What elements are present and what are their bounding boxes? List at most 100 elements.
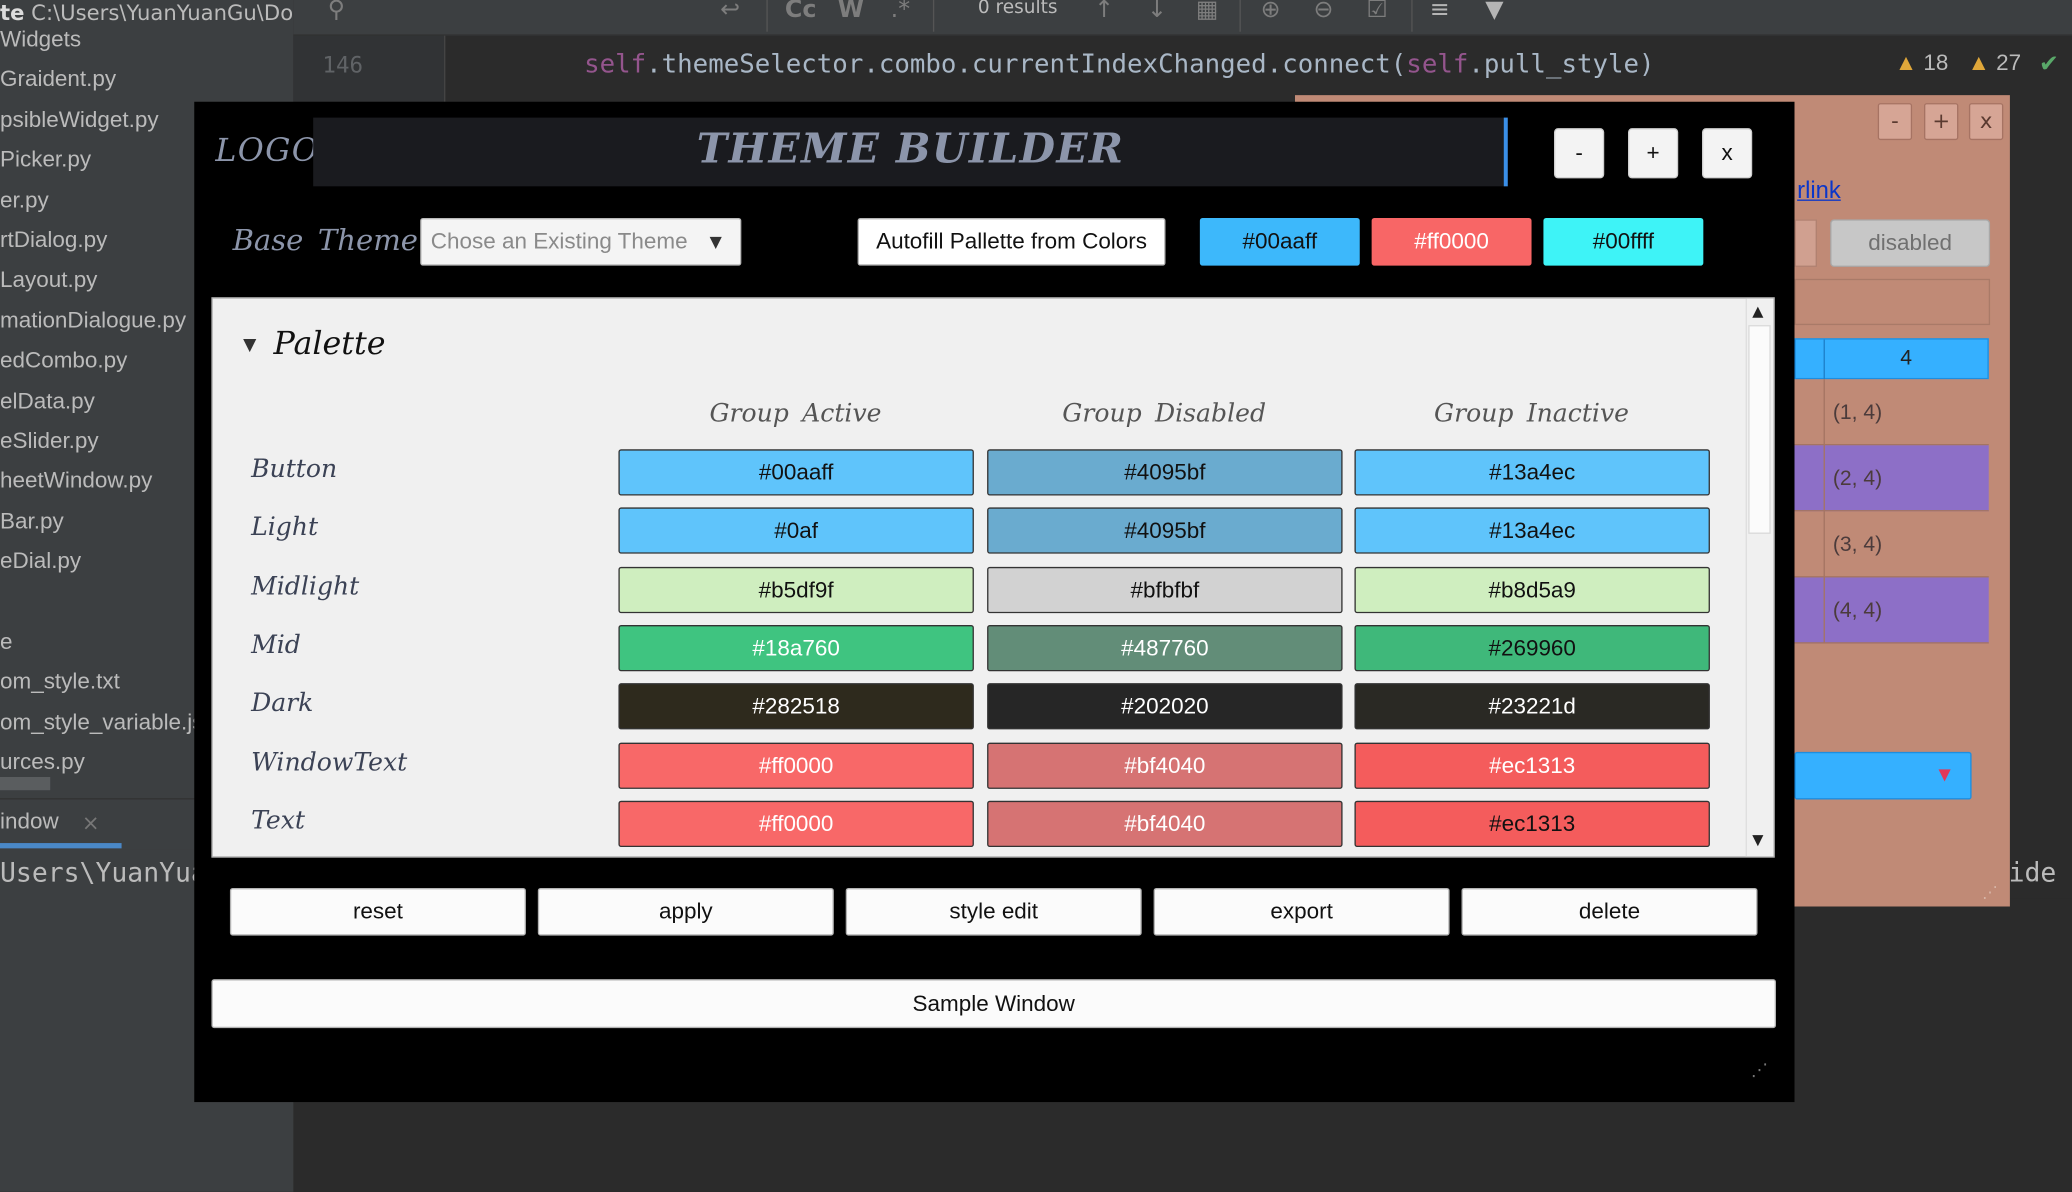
chevron-down-icon[interactable]: ▼ <box>1939 765 1951 784</box>
remove-occurrence-icon[interactable]: ⊖ <box>1314 0 1334 24</box>
arrow-up-icon[interactable]: ↑ <box>1094 0 1114 24</box>
palette-color-cell[interactable]: #b8d5a9 <box>1354 566 1710 613</box>
palette-color-cell[interactable]: #487760 <box>987 624 1343 672</box>
seed-color-button[interactable]: #00ffff <box>1543 218 1704 266</box>
palette-color-cell[interactable]: #202020 <box>987 683 1343 730</box>
sample-table-cell[interactable]: (3, 4) <box>1833 534 1882 558</box>
add-occurrence-icon[interactable]: ⊕ <box>1261 0 1281 24</box>
palette-color-cell[interactable]: #00aaff <box>618 449 974 496</box>
palette-color-cell[interactable]: #18a760 <box>618 624 974 672</box>
project-file-item[interactable]: er.py <box>0 187 198 213</box>
sample-maximize-button[interactable]: + <box>1924 103 1959 141</box>
project-file-item[interactable]: heetWindow.py <box>0 468 198 494</box>
code-line[interactable]: self.themeSelector.combo.currentIndexCha… <box>584 49 1654 79</box>
sample-window-button[interactable]: Sample Window <box>211 979 1777 1029</box>
run-output-right-text: ide <box>2008 856 2057 889</box>
project-file-item[interactable]: rtDialog.py <box>0 227 198 253</box>
palette-color-cell[interactable]: #bfbfbf <box>987 566 1343 613</box>
palette-scrollbar-thumb[interactable] <box>1748 325 1771 534</box>
scroll-down-icon[interactable]: ▼ <box>1752 831 1763 848</box>
project-file-item[interactable]: psibleWidget.py <box>0 107 198 133</box>
palette-color-cell[interactable]: #269960 <box>1354 624 1710 672</box>
palette-color-cell[interactable]: #13a4ec <box>1354 507 1710 555</box>
palette-color-cell[interactable]: #bf4040 <box>987 741 1343 789</box>
search-icon[interactable]: ⚲ <box>328 0 345 24</box>
palette-color-cell[interactable]: #23221d <box>1354 683 1710 730</box>
collapse-triangle-icon[interactable]: ▼ <box>243 336 256 356</box>
sample-table-column-header[interactable]: 4 <box>1900 348 1912 372</box>
check-icon[interactable]: ✔ <box>2039 50 2059 78</box>
scroll-up-icon[interactable]: ▲ <box>1752 303 1763 320</box>
sample-table-cell[interactable]: (1, 4) <box>1833 402 1882 426</box>
project-file-item[interactable]: om_style_variable.js <box>0 709 198 735</box>
sample-table-cell[interactable]: (4, 4) <box>1833 600 1882 624</box>
maximize-button[interactable]: + <box>1628 128 1679 179</box>
project-header: te C:\Users\YuanYuanGu\Do <box>0 0 307 21</box>
seed-color-button[interactable]: #00aaff <box>1199 218 1360 266</box>
project-file-item[interactable]: mationDialogue.py <box>0 308 198 334</box>
in-selection-icon[interactable]: ≡ <box>1430 0 1450 24</box>
toolbar-separator <box>932 0 935 32</box>
style-edit-button[interactable]: style edit <box>845 888 1142 936</box>
project-file-item[interactable]: eDial.py <box>0 549 198 575</box>
project-file-item[interactable]: urces.py <box>0 749 198 775</box>
run-tab-close-icon[interactable]: × <box>82 810 100 835</box>
project-file-item[interactable]: Widgets <box>0 26 198 52</box>
palette-color-cell[interactable]: #ec1313 <box>1354 800 1710 847</box>
regex-icon[interactable]: .* <box>891 0 910 24</box>
palette-color-cell[interactable]: #ec1313 <box>1354 741 1710 789</box>
project-scrollbar[interactable] <box>0 777 51 791</box>
palette-group-header: Group Active <box>709 399 882 429</box>
sample-button[interactable] <box>1794 219 1817 267</box>
sample-minimize-button[interactable]: - <box>1877 103 1913 141</box>
arrow-down-icon[interactable]: ↓ <box>1147 0 1167 24</box>
sample-text-field[interactable] <box>1794 278 1991 326</box>
minimize-button[interactable]: - <box>1554 128 1605 179</box>
project-header-title: te <box>0 0 25 22</box>
project-file-item[interactable]: Layout.py <box>0 267 198 293</box>
match-case-icon[interactable]: Cc <box>785 0 817 24</box>
resize-grip-icon[interactable]: ⋰ <box>1751 1061 1768 1081</box>
warnings-indicator[interactable]: ▲ 18 <box>1895 50 1948 76</box>
palette-color-cell[interactable]: #ff0000 <box>618 741 974 789</box>
export-button[interactable]: export <box>1153 888 1450 936</box>
apply-button[interactable]: apply <box>537 888 834 936</box>
resize-grip-icon[interactable]: ⋰ <box>1982 883 1998 902</box>
palette-color-cell[interactable]: #0af <box>618 507 974 555</box>
undo-icon[interactable]: ↩ <box>720 0 740 24</box>
reset-button[interactable]: reset <box>229 888 526 936</box>
project-file-item[interactable]: elData.py <box>0 388 198 414</box>
palette-section-title[interactable]: Palette <box>274 325 386 362</box>
select-all-occurrences-icon[interactable]: ☑ <box>1366 0 1387 24</box>
project-file-item[interactable]: e <box>0 629 198 655</box>
palette-color-cell[interactable]: #4095bf <box>987 507 1343 555</box>
filter-icon[interactable]: ▼ <box>1485 0 1503 24</box>
seed-color-button[interactable]: #ff0000 <box>1371 218 1532 266</box>
project-file-item[interactable]: Picker.py <box>0 147 198 173</box>
project-file-item[interactable]: eSlider.py <box>0 428 198 454</box>
palette-color-cell[interactable]: #bf4040 <box>987 800 1343 847</box>
project-file-item[interactable]: edCombo.py <box>0 348 198 374</box>
palette-color-cell[interactable]: #4095bf <box>987 449 1343 496</box>
palette-color-cell[interactable]: #b5df9f <box>618 566 974 613</box>
project-header-path: C:\Users\YuanYuanGu\Do <box>31 0 294 22</box>
palette-color-cell[interactable]: #ff0000 <box>618 800 974 847</box>
project-file-item[interactable]: Graident.py <box>0 67 198 93</box>
whole-words-icon[interactable]: W <box>838 0 864 24</box>
autofill-palette-button[interactable]: Autofill Pallette from Colors <box>857 218 1166 266</box>
palette-role-label: Light <box>251 513 319 543</box>
palette-color-cell[interactable]: #13a4ec <box>1354 449 1710 496</box>
weak-warnings-indicator[interactable]: ▲ 27 <box>1968 50 2021 76</box>
theme-selector-combo[interactable]: Chose an Existing Theme <box>420 218 742 266</box>
sample-table-cell[interactable]: (2, 4) <box>1833 468 1882 492</box>
sample-hyperlink[interactable]: rlink <box>1797 177 1841 205</box>
project-file-item[interactable]: Bar.py <box>0 508 198 534</box>
sample-close-button[interactable]: x <box>1968 103 2004 141</box>
run-tab-label[interactable]: indow <box>0 809 59 835</box>
palette-color-cell[interactable]: #282518 <box>618 683 974 730</box>
chevron-down-icon[interactable]: ▼ <box>710 233 722 252</box>
project-file-item[interactable]: om_style.txt <box>0 669 198 695</box>
close-button[interactable]: x <box>1702 128 1753 179</box>
save-icon[interactable]: ▦ <box>1196 0 1218 24</box>
delete-button[interactable]: delete <box>1461 888 1758 936</box>
